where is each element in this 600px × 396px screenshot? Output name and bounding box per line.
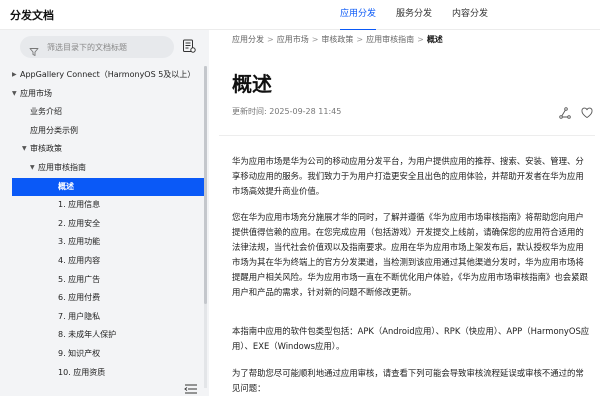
collapse-icon[interactable]	[184, 380, 198, 394]
sidebar-item-label: 3. 应用功能	[58, 237, 101, 247]
updated-time: 更新时间: 2025-09-28 11:45	[232, 107, 342, 116]
divider	[219, 135, 595, 136]
sidebar-item-label: 应用审核指南	[38, 162, 86, 172]
sidebar-item-active[interactable]: 概述	[12, 177, 204, 197]
nav-tab-app-distribution[interactable]: 应用分发	[330, 0, 386, 31]
sidebar-item[interactable]: 1. 应用信息	[12, 196, 204, 215]
caret-down-icon[interactable]: ▼	[30, 159, 35, 178]
caret-right-icon[interactable]: ▶	[12, 66, 17, 85]
sidebar-item[interactable]: 3. 应用功能	[12, 233, 204, 252]
sidebar-item-label: 2. 应用安全	[58, 218, 101, 228]
share-icon[interactable]	[559, 104, 571, 119]
sidebar-item[interactable]: 10. 应用资质	[12, 364, 204, 383]
sidebar-item-label: 5. 应用广告	[58, 274, 101, 284]
nav-tab-content-distribution[interactable]: 内容分发	[442, 0, 498, 30]
sidebar-item-label: 9. 知识产权	[58, 348, 101, 358]
top-nav: 应用分发 服务分发 内容分发	[330, 0, 498, 31]
sidebar-item[interactable]: ▼ 审核政策	[12, 140, 204, 159]
breadcrumb-item[interactable]: 审核政策	[321, 35, 353, 44]
sidebar-item[interactable]: 8. 未成年人保护	[12, 326, 204, 345]
sidebar-item-label: 概述	[58, 181, 74, 191]
sidebar-item[interactable]: ▼ 应用审核指南	[12, 159, 204, 178]
sidebar-item-label: 4. 应用内容	[58, 255, 101, 265]
sidebar-item[interactable]: 4. 应用内容	[12, 252, 204, 271]
search-input[interactable]	[47, 42, 167, 52]
sidebar-item[interactable]: 2. 应用安全	[12, 215, 204, 234]
sidebar-item-label: 应用市场	[20, 88, 52, 98]
sidebar-item-label: AppGallery Connect（HarmonyOS 5及以上）	[20, 70, 196, 79]
sidebar-item-label: 1. 应用信息	[58, 200, 101, 210]
doc-tree: ▶ AppGallery Connect（HarmonyOS 5及以上） ▼ 应用市场…	[12, 66, 204, 388]
breadcrumb-current: 概述	[426, 35, 443, 44]
sidebar-item-label: 业务介绍	[30, 107, 62, 117]
breadcrumb-item[interactable]: 应用审核指南	[366, 35, 414, 44]
sidebar-item[interactable]: 9. 知识产权	[12, 345, 204, 364]
brand-title[interactable]: 分发文档	[10, 7, 54, 23]
caret-down-icon[interactable]: ▼	[22, 140, 27, 159]
sidebar-item[interactable]: 5. 应用广告	[12, 271, 204, 290]
sidebar-item[interactable]: 应用分类示例	[12, 122, 204, 141]
sidebar-item[interactable]: 6. 应用付费	[12, 289, 204, 308]
sidebar-item-label: 8. 未成年人保护	[58, 330, 117, 340]
paragraph: 您在华为应用市场充分施展才华的同时，了解并遵循《华为应用市场审核指南》将帮助您向…	[232, 212, 588, 297]
paragraph: 本指南中应用的软件包类型包括：APK（Android应用）、RPK（快应用）、A…	[232, 326, 590, 351]
sidebar-item-label: 6. 应用付费	[58, 293, 101, 303]
top-bar: 分发文档 应用分发 服务分发 内容分发	[0, 0, 600, 31]
sidebar-item[interactable]: 业务介绍	[12, 103, 204, 122]
breadcrumb-item[interactable]: 应用分发	[232, 35, 264, 44]
sidebar-scrollbar-thumb[interactable]	[204, 66, 207, 304]
caret-down-icon[interactable]: ▼	[12, 85, 17, 104]
nav-tab-service-distribution[interactable]: 服务分发	[386, 0, 442, 30]
toc-icon[interactable]	[181, 38, 197, 54]
sidebar: ▶AppGallery Connect（HarmonyOS 5及以上）▼应用市场…	[0, 30, 209, 396]
main-content: 应用分发 > 应用市场 > 审核政策 > 应用审核指南 > 概述 概述 更新时间: 2025-0…	[209, 30, 600, 396]
breadcrumb-item[interactable]: 应用市场	[277, 35, 309, 44]
sidebar-item[interactable]: ▼ 应用市场	[12, 85, 204, 104]
sidebar-item-label: 应用分类示例	[30, 125, 78, 135]
sidebar-item[interactable]: 7. 用户隐私	[12, 308, 204, 327]
like-icon[interactable]	[581, 104, 593, 119]
sidebar-item-label: 10. 应用资质	[58, 367, 106, 377]
sidebar-item-label: 7. 用户隐私	[58, 311, 101, 321]
paragraph: 华为应用市场是华为公司的移动应用分发平台，为用户提供应用的推荐、搜索、安装、管理…	[232, 156, 584, 196]
filter-icon	[29, 42, 39, 56]
breadcrumb: 应用分发 > 应用市场 > 审核政策 > 应用审核指南 > 概述	[232, 35, 443, 44]
sidebar-item[interactable]: ▶ AppGallery Connect（HarmonyOS 5及以上）	[12, 66, 204, 85]
sidebar-search[interactable]	[20, 36, 174, 58]
page-title: 概述	[232, 72, 272, 96]
paragraph: 为了帮助您尽可能顺利地通过应用审核，请查看下列可能会导致审核流程延误或审核不通过…	[232, 368, 584, 393]
sidebar-item-label: 审核政策	[30, 144, 62, 154]
